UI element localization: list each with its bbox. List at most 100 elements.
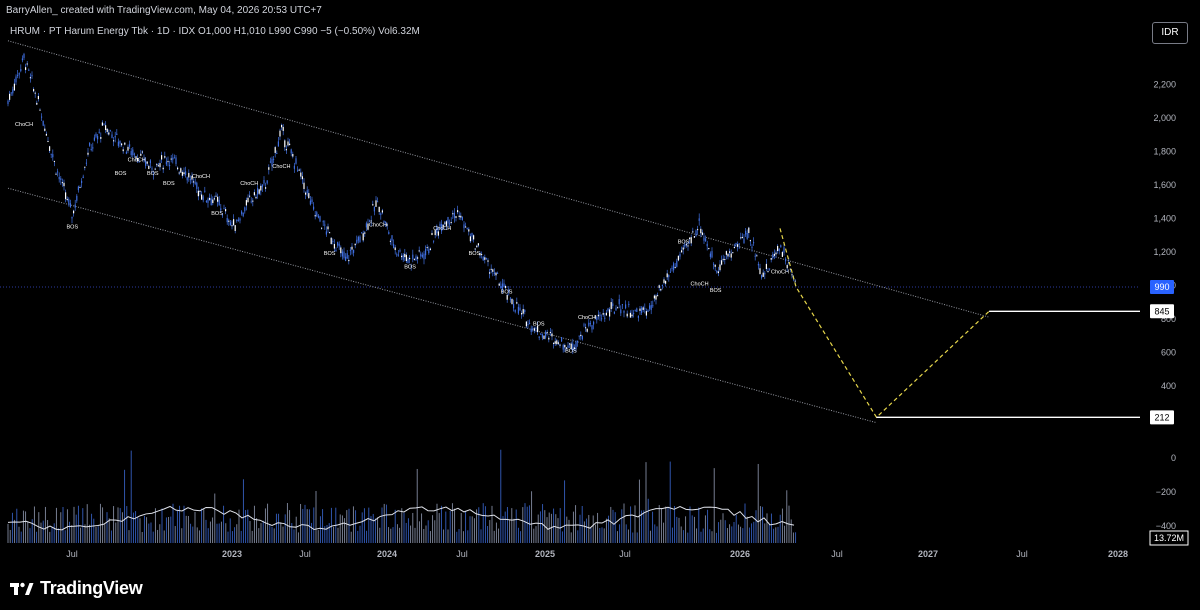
candle-body [12,89,14,94]
projection-path [779,228,990,419]
candle-body [44,128,46,131]
candle-body [21,58,23,61]
candle-body [541,334,543,338]
candle-body [69,203,71,208]
candle-body [725,251,727,255]
candle-body [108,132,110,135]
candle-body [556,340,558,345]
candle-body [484,257,486,260]
candle-body [692,231,694,233]
candle-body [337,242,339,246]
candle-body [125,152,127,154]
candle-body [269,161,271,163]
price-axis[interactable]: 2,2002,0001,8001,6001,4001,2001,00080060… [1149,79,1189,546]
candle-body [721,260,723,265]
channel-upper-line [7,40,990,318]
candle-body [708,248,710,250]
candle-body [213,198,215,200]
candle-body [375,200,377,207]
candle-body [313,206,315,210]
candle-body [309,200,311,205]
candle-body [167,161,169,163]
candle-body [649,305,651,309]
candle-body [173,157,175,159]
candle-body [687,245,689,247]
candle-body [695,230,697,236]
candle-body [490,268,492,270]
candle-body [714,264,716,267]
brand-logo[interactable]: TradingView [10,578,143,599]
candle-body [333,243,335,249]
currency-button[interactable]: IDR [1152,22,1188,44]
structure-label-choch: ChoCH [578,315,596,321]
candle-body [505,286,507,288]
time-axis[interactable]: Jul 2023 Jul 2024 Jul 2025 Jul 2026 Jul 2027 Jul 20… [66,549,1128,559]
structure-label-choch: ChoCH [691,281,709,287]
candle-body [617,307,619,309]
candle-body [220,208,222,211]
candle-body [717,271,719,274]
candle-body [554,341,556,344]
candle-body [106,128,108,132]
candle-body [132,149,134,156]
candle-body [663,279,665,283]
price-tick-label: 1,600 [1153,180,1176,190]
candle-body [641,307,643,313]
candle-body [82,176,84,179]
candle-body [253,192,255,196]
candle-body [602,313,604,315]
candle-body [319,216,321,222]
candle-body [621,304,623,306]
candle-body [698,218,700,221]
candle-body [405,254,407,262]
candle-body [39,109,41,111]
candle-body [84,166,86,168]
candle-body [703,237,705,241]
candle-body [682,247,684,250]
candle-body [346,253,348,259]
candle-body [151,168,153,170]
candle-body [631,314,633,317]
candle-body [338,243,340,247]
candle-body [292,153,294,157]
candle-body [791,274,793,276]
candle-body [98,131,100,133]
candle-body [745,230,747,235]
structure-label-choch: ChoCH [15,122,33,128]
candle-body [724,258,726,260]
candle-body [497,272,499,274]
candle-body [697,229,699,231]
candle-body [308,193,310,199]
price-tick-label: 600 [1161,347,1176,357]
candle-body [372,204,374,206]
candle-body [473,235,475,240]
candle-body [250,201,252,203]
structure-label-bos: BOS [324,251,336,257]
candle-body [532,328,534,330]
candle-body [634,309,636,311]
candle-body [423,253,425,260]
candle-body [237,219,239,221]
candle-body [719,264,721,271]
candle-body [61,182,63,184]
candle-body [700,228,702,234]
candle-body [197,190,199,197]
candle-body [737,244,739,247]
candle-body [116,133,118,135]
candle-body [49,146,51,151]
candle-body [671,267,673,269]
candle-body [673,263,675,271]
candle-body [217,196,219,202]
candle-body [623,310,625,313]
candle-body [402,254,404,260]
candle-body [756,255,758,257]
candle-body [225,209,227,212]
candle-body [228,220,230,222]
candle-body [330,237,332,245]
candle-body [381,210,383,213]
price-chart[interactable]: ChoCHBOSBOSChoCHBOSBOSChoCHBOSChoCHChoCH… [0,0,1200,610]
candle-body [210,198,212,206]
candle-body [564,344,566,348]
structure-label-bos: BOS [533,322,545,328]
symbol-info: HRUM · PT Harum Energy Tbk · 1D · IDX O1… [10,26,420,37]
